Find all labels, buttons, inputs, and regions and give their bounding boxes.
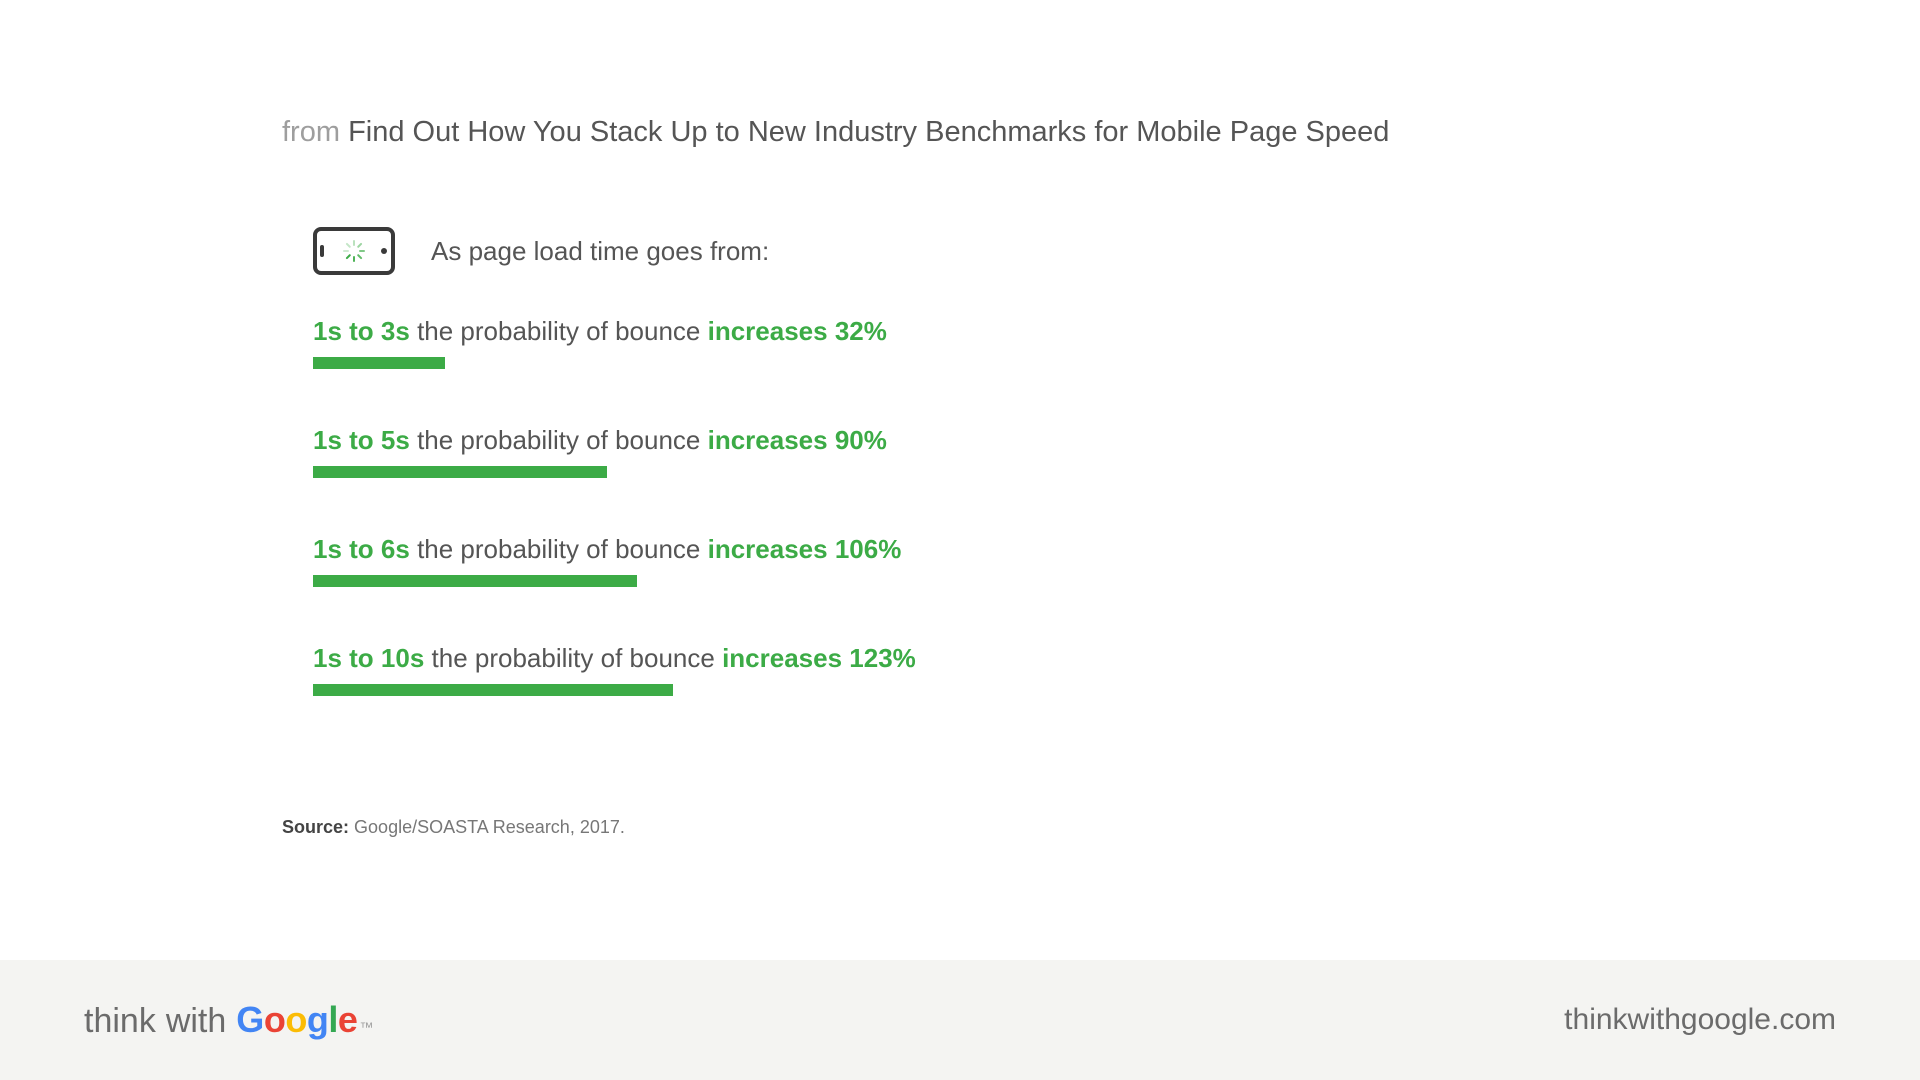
bar-row: 1s to 6s the probability of bounce incre… [313, 534, 1513, 587]
bar-fill [313, 684, 673, 696]
increase-value: increases 90% [708, 425, 887, 455]
footer-domain: thinkwithgoogle.com [1564, 1003, 1836, 1037]
increase-value: increases 106% [708, 534, 902, 564]
google-logo-icon: Google [236, 999, 357, 1041]
content-stage: from Find Out How You Stack Up to New In… [0, 0, 1920, 960]
header-from-label: from [282, 116, 340, 148]
increase-value: increases 123% [722, 643, 916, 673]
lead-text: As page load time goes from: [431, 236, 769, 267]
bar-fill [313, 357, 445, 369]
page-title: Find Out How You Stack Up to New Industr… [348, 116, 1389, 148]
bar-track [313, 466, 913, 478]
load-time-range: 1s to 10s [313, 643, 424, 673]
bar-row-line: 1s to 3s the probability of bounce incre… [313, 316, 1513, 347]
load-time-range: 1s to 5s [313, 425, 410, 455]
lead-row: As page load time goes from: [313, 223, 769, 279]
trademark-icon: ™ [359, 1019, 373, 1035]
bar-fill [313, 575, 637, 587]
footer-bar: think with Google ™ thinkwithgoogle.com [0, 960, 1920, 1080]
bounce-text: the probability of bounce [417, 425, 700, 455]
chart-canvas: from Find Out How You Stack Up to New In… [210, 58, 1710, 902]
spinner-icon [343, 240, 365, 262]
brand-lockup: think with Google ™ [84, 999, 373, 1041]
source-text: Google/SOASTA Research, 2017. [354, 817, 625, 837]
bar-track [313, 575, 913, 587]
brand-think: think [84, 1002, 156, 1041]
bar-row: 1s to 5s the probability of bounce incre… [313, 425, 1513, 478]
page-header: from Find Out How You Stack Up to New In… [282, 116, 1389, 149]
source-line: Source: Google/SOASTA Research, 2017. [282, 817, 625, 838]
bar-track [313, 684, 913, 696]
bar-row: 1s to 3s the probability of bounce incre… [313, 316, 1513, 369]
bar-row-line: 1s to 6s the probability of bounce incre… [313, 534, 1513, 565]
phone-loading-icon [313, 227, 395, 275]
bar-rows: 1s to 3s the probability of bounce incre… [313, 316, 1513, 752]
bounce-text: the probability of bounce [417, 316, 700, 346]
bar-row: 1s to 10s the probability of bounce incr… [313, 643, 1513, 696]
load-time-range: 1s to 3s [313, 316, 410, 346]
bounce-text: the probability of bounce [432, 643, 715, 673]
bar-track [313, 357, 913, 369]
page-root: from Find Out How You Stack Up to New In… [0, 0, 1920, 1080]
bar-fill [313, 466, 607, 478]
bar-row-line: 1s to 5s the probability of bounce incre… [313, 425, 1513, 456]
load-time-range: 1s to 6s [313, 534, 410, 564]
increase-value: increases 32% [708, 316, 887, 346]
bar-row-line: 1s to 10s the probability of bounce incr… [313, 643, 1513, 674]
bounce-text: the probability of bounce [417, 534, 700, 564]
source-label: Source: [282, 817, 349, 837]
brand-with: with [166, 1002, 226, 1041]
